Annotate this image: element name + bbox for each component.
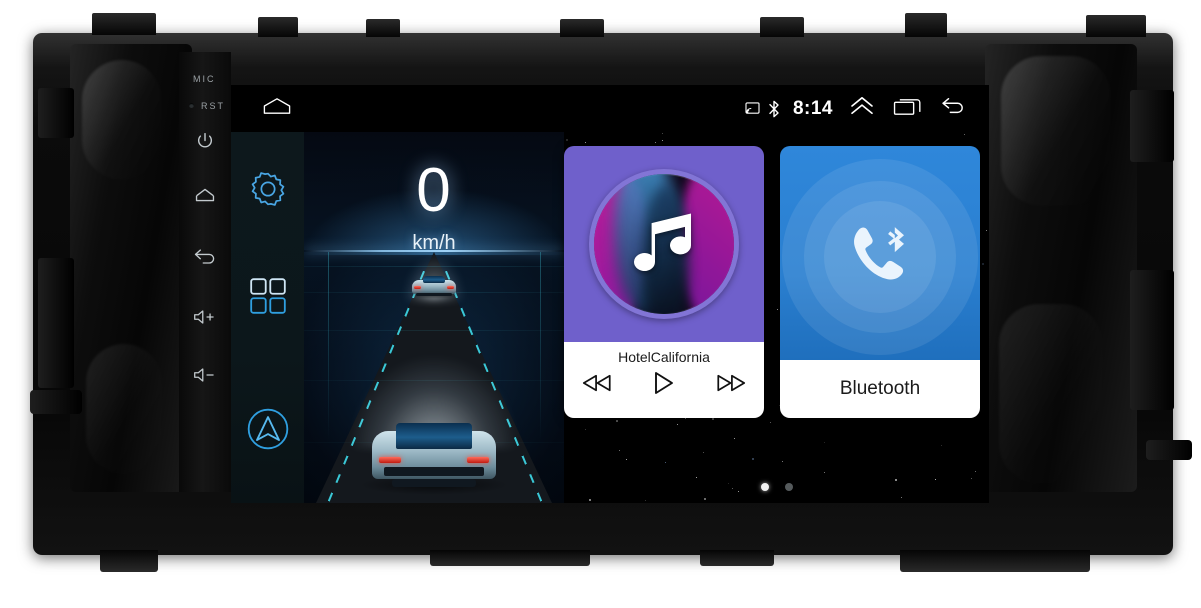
mount-clip	[900, 550, 1090, 572]
album-art	[594, 174, 734, 314]
hardware-button-column: MIC RST	[179, 52, 231, 492]
apps-grid-icon	[248, 276, 288, 321]
music-widget-controls-area: HotelCalifornia	[564, 342, 764, 418]
recent-apps-button[interactable]	[885, 96, 931, 121]
bluetooth-widget-icon-area	[780, 146, 980, 360]
mount-clip	[366, 19, 400, 37]
left-bezel-wing	[70, 44, 192, 492]
recent-apps-icon	[893, 96, 923, 121]
mount-clip	[1086, 15, 1146, 37]
road-illustration	[304, 252, 564, 503]
music-widget[interactable]: HotelCalifornia	[564, 146, 764, 418]
volume-up-button[interactable]	[188, 302, 222, 332]
mount-clip	[560, 19, 604, 37]
home-icon	[194, 185, 216, 205]
next-track-button[interactable]	[708, 371, 754, 399]
right-bezel-wing	[985, 44, 1137, 492]
expand-statusbar-button[interactable]	[839, 96, 885, 121]
back-arrow-icon	[940, 96, 968, 121]
page-dot-active[interactable]	[760, 483, 769, 491]
previous-track-icon	[580, 373, 614, 398]
volume-up-icon	[193, 308, 217, 326]
navigation-buttons	[839, 96, 989, 121]
navigation-arrow-icon	[245, 406, 291, 457]
mount-clip	[700, 550, 774, 566]
reset-pinhole[interactable]	[189, 103, 194, 108]
home-icon	[262, 97, 292, 120]
bluetooth-phone-icon	[838, 213, 922, 302]
car-distant	[408, 274, 460, 299]
back-button[interactable]	[188, 242, 222, 272]
mount-clip	[92, 13, 156, 35]
sidebar-item-all-apps[interactable]	[231, 267, 304, 329]
screen-cast-icon	[742, 102, 764, 115]
side-mount-tab	[1130, 270, 1174, 410]
mount-clip	[905, 13, 947, 37]
next-track-icon	[714, 373, 748, 398]
playback-controls	[564, 371, 764, 399]
gear-icon	[247, 168, 289, 215]
sidebar-item-navigation[interactable]	[231, 400, 304, 462]
speed-road-widget[interactable]: 0 km/h	[304, 132, 564, 503]
widget-area: HotelCalifornia Bluetooth	[564, 132, 989, 503]
status-indicators: 8:14	[742, 98, 839, 120]
double-chevron-up-icon	[849, 96, 875, 121]
screenshot-root: MIC RST 8:14 0 km/h HotelCalifornia Blue…	[0, 0, 1201, 608]
home-screen-content: 0 km/h HotelCalifornia Bluetooth	[231, 132, 989, 503]
status-home-button[interactable]	[260, 97, 294, 121]
bluetooth-widget[interactable]: Bluetooth	[780, 146, 980, 418]
page-indicator	[564, 483, 989, 491]
power-icon	[195, 131, 215, 151]
side-mount-tab	[1146, 440, 1192, 460]
back-arrow-icon	[193, 248, 217, 266]
touchscreen-display[interactable]: 8:14 0 km/h HotelCalifornia Bluetooth	[231, 85, 989, 503]
page-dot-inactive[interactable]	[784, 483, 793, 491]
previous-track-button[interactable]	[574, 371, 620, 399]
volume-down-icon	[193, 366, 217, 384]
app-sidebar	[231, 132, 304, 503]
car-hero	[359, 417, 509, 495]
mount-clip	[430, 550, 590, 566]
side-mount-tab	[30, 390, 82, 414]
music-note-icon	[625, 202, 703, 287]
track-title: HotelCalifornia	[618, 349, 710, 365]
bluetooth-label: Bluetooth	[839, 378, 921, 399]
side-mount-tab	[38, 258, 74, 388]
sidebar-item-settings[interactable]	[231, 160, 304, 222]
music-widget-art-area	[564, 146, 764, 342]
status-bar: 8:14	[231, 85, 989, 132]
bluetooth-icon	[764, 100, 784, 118]
mount-clip	[100, 550, 158, 572]
volume-down-button[interactable]	[188, 360, 222, 390]
power-button[interactable]	[188, 126, 222, 156]
play-button[interactable]	[641, 371, 687, 399]
mount-clip	[760, 17, 804, 37]
side-mount-tab	[38, 88, 74, 138]
side-mount-tab	[1130, 90, 1174, 162]
mic-label: MIC	[193, 74, 216, 84]
album-art-ring	[589, 169, 739, 319]
mount-clip	[258, 17, 298, 37]
reset-label: RST	[201, 101, 225, 111]
bluetooth-widget-label-area: Bluetooth	[780, 360, 980, 418]
back-button[interactable]	[931, 96, 977, 121]
play-icon	[653, 371, 675, 400]
status-clock: 8:14	[792, 97, 833, 119]
speed-value: 0	[416, 156, 452, 225]
home-button[interactable]	[188, 180, 222, 210]
